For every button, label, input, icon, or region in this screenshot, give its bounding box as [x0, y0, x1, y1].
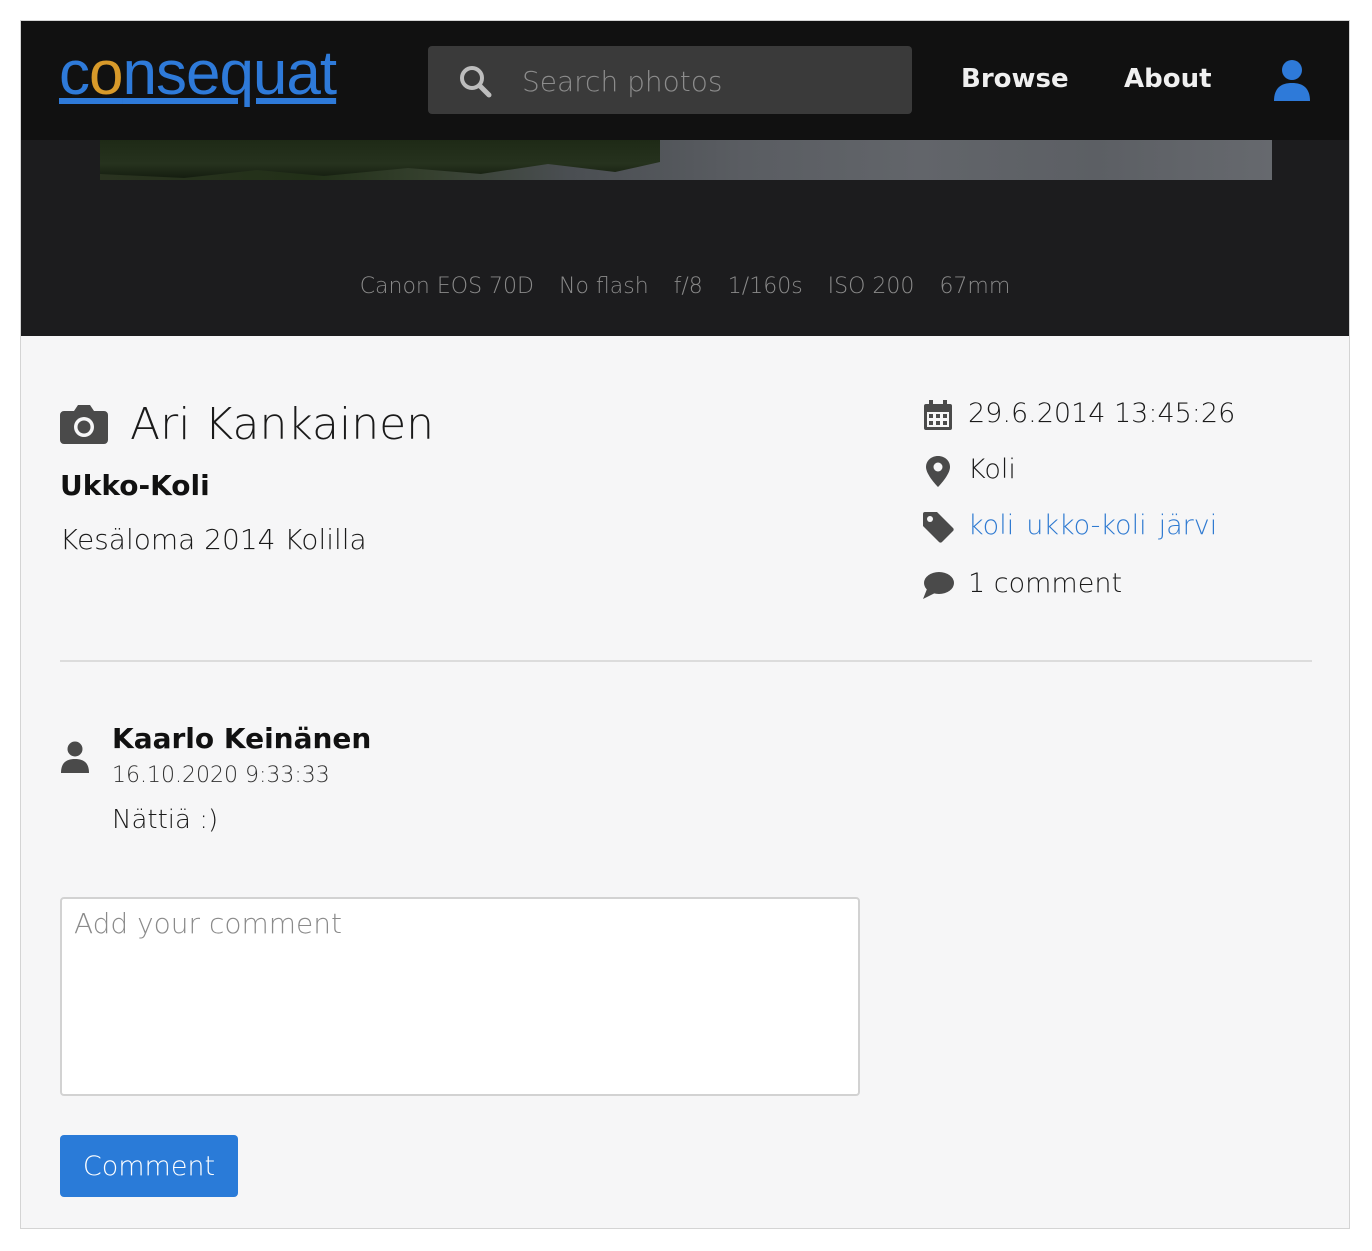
section-divider: [60, 660, 1312, 662]
top-navbar: consequat Browse About: [21, 21, 1349, 140]
search-input[interactable]: [520, 60, 894, 102]
tag-link[interactable]: järvi: [1159, 510, 1218, 541]
search-bar[interactable]: [428, 46, 912, 114]
photo-description: Kesäloma 2014 Kolilla: [60, 523, 367, 556]
tag-list: koli ukko-koli järvi: [968, 506, 1229, 546]
comment-author: Kaarlo Keinänen: [112, 722, 372, 755]
logo-text-end: nsequat: [122, 39, 337, 108]
avatar-icon: [61, 741, 89, 773]
logo-text-start: c: [59, 39, 90, 108]
comment-count: 1 comment: [968, 568, 1123, 599]
photo-title: Ukko-Koli: [60, 469, 210, 502]
tag-link[interactable]: ukko-koli: [1026, 510, 1146, 541]
photo-location: Koli: [968, 454, 1016, 485]
nav-browse[interactable]: Browse: [961, 59, 1069, 99]
comment-input[interactable]: [60, 897, 860, 1096]
exif-flash: No flash: [558, 274, 649, 299]
photo-date: 29.6.2014 13:45:26: [968, 398, 1236, 429]
tag-link[interactable]: koli: [968, 510, 1014, 541]
exif-info: Canon EOS 70D No flash f/8 1/160s ISO 20…: [21, 274, 1349, 299]
exif-shutter: 1/160s: [727, 274, 803, 299]
photo-author[interactable]: Ari Kankainen: [130, 396, 434, 454]
user-menu-button[interactable]: [1272, 59, 1312, 105]
calendar-icon: [924, 400, 952, 430]
map-marker-icon: [926, 456, 950, 487]
search-icon: [460, 66, 492, 98]
page-frame: consequat Browse About Canon EOS 70D No …: [20, 20, 1350, 1229]
exif-iso: ISO 200: [827, 274, 915, 299]
exif-focal-length: 67mm: [939, 274, 1011, 299]
photo-image[interactable]: [100, 140, 1272, 180]
comment-text: Nättiä :): [112, 805, 219, 835]
nav-about[interactable]: About: [1124, 59, 1212, 99]
photo-image-treeline: [100, 140, 660, 178]
logo-aperture: o: [89, 39, 123, 108]
photo-viewer: Canon EOS 70D No flash f/8 1/160s ISO 20…: [21, 140, 1349, 336]
tag-icon: [923, 512, 954, 543]
comment-time: 16.10.2020 9:33:33: [112, 763, 330, 788]
site-logo[interactable]: consequat: [59, 39, 337, 109]
exif-aperture: f/8: [673, 274, 703, 299]
exif-camera: Canon EOS 70D: [359, 274, 534, 299]
user-icon: [1274, 60, 1310, 101]
comment-icon: [923, 572, 954, 599]
comment-submit-button[interactable]: Comment: [60, 1135, 238, 1197]
camera-icon: [60, 405, 108, 444]
